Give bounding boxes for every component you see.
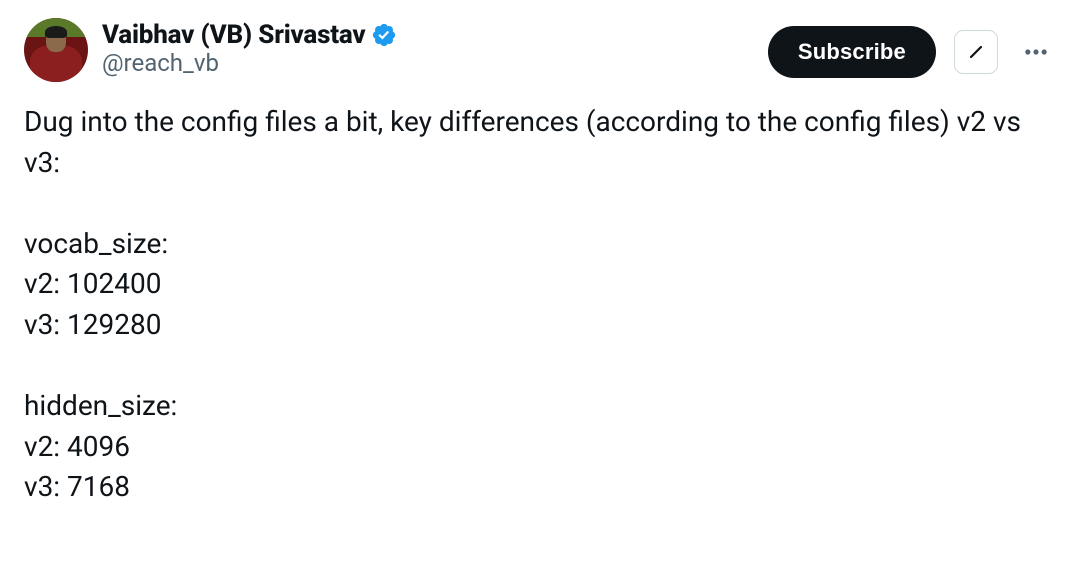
section-label: vocab_size: (24, 227, 168, 260)
tweet-header: Vaibhav (VB) Srivastav @reach_vb Subscri… (24, 18, 1056, 82)
display-name[interactable]: Vaibhav (VB) Srivastav (102, 20, 365, 50)
section-label: hidden_size: (24, 389, 177, 422)
avatar[interactable] (24, 18, 88, 82)
tweet-text: Dug into the config files a bit, key dif… (24, 102, 1056, 508)
section-v3: v3: 129280 (24, 308, 161, 341)
section-v2: v2: 4096 (24, 430, 130, 463)
user-handle[interactable]: @reach_vb (102, 49, 754, 77)
grok-icon[interactable] (954, 30, 998, 74)
verified-badge-icon (371, 22, 397, 48)
subscribe-button[interactable]: Subscribe (768, 26, 936, 78)
header-actions: Subscribe (768, 18, 1056, 78)
user-names: Vaibhav (VB) Srivastav @reach_vb (102, 18, 754, 77)
more-options-icon[interactable] (1016, 32, 1056, 72)
tweet-intro: Dug into the config files a bit, key dif… (24, 105, 1028, 179)
section-v2: v2: 102400 (24, 267, 161, 300)
section-v3: v3: 7168 (24, 470, 130, 503)
